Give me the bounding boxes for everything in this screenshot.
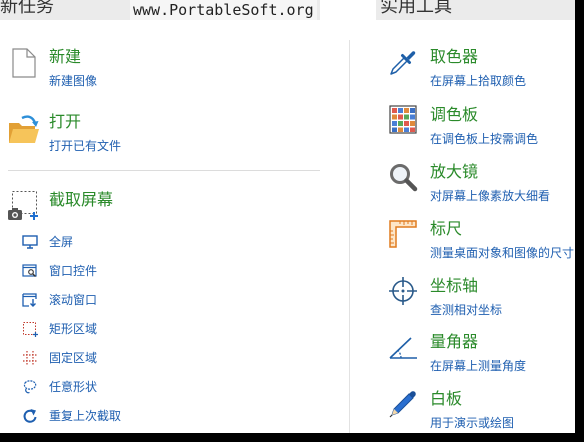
repeat-last-capture-label: 重复上次截取	[49, 409, 122, 423]
capture-window-control-option[interactable]: 窗口控件	[20, 261, 180, 281]
ruler-icon	[389, 220, 417, 248]
repeat-icon	[23, 409, 37, 423]
open-file-title: 打开	[49, 112, 82, 131]
capture-freehand-option[interactable]: 任意形状	[20, 377, 180, 397]
capture-fullscreen-option[interactable]: 全屏	[20, 232, 180, 252]
new-image-subtitle: 新建图像	[49, 74, 98, 88]
tools-header: 实用工具	[376, 0, 575, 20]
freehand-region-icon	[23, 380, 37, 394]
ruler-subtitle: 测量桌面对象和图像的尺寸	[430, 246, 575, 260]
color-palette-title: 调色板	[430, 105, 479, 124]
capture-screen-item[interactable]: 截取屏幕	[8, 189, 308, 220]
capture-fixed-region-label: 固定区域	[49, 351, 98, 365]
window-control-icon	[22, 264, 37, 277]
color-palette-subtitle: 在调色板上按需调色	[430, 132, 539, 146]
watermark-text: www.PortableSoft.org	[130, 0, 317, 20]
new-document-icon	[12, 48, 36, 78]
protractor-tool[interactable]: 量角器 在屏幕上测量角度	[385, 331, 575, 377]
capture-freehand-label: 任意形状	[49, 380, 98, 394]
protractor-subtitle: 在屏幕上测量角度	[430, 359, 527, 373]
capture-rectangle-label: 矩形区域	[49, 322, 98, 336]
crosshair-title: 坐标轴	[430, 276, 479, 295]
color-picker-title: 取色器	[430, 47, 479, 66]
whiteboard-title: 白板	[430, 389, 463, 408]
capture-fullscreen-label: 全屏	[49, 235, 74, 249]
new-task-heading: 新任务	[0, 0, 54, 17]
new-image-item[interactable]: 新建 新建图像	[8, 46, 308, 92]
color-picker-subtitle: 在屏幕上拾取颜色	[430, 74, 527, 88]
crosshair-subtitle: 查测相对坐标	[430, 303, 503, 317]
color-palette-tool[interactable]: 调色板 在调色板上按需调色	[385, 104, 575, 150]
whiteboard-tool[interactable]: 白板 用于演示或绘图	[385, 388, 575, 433]
magnifier-icon	[390, 164, 418, 192]
pen-icon	[389, 391, 416, 418]
magnifier-subtitle: 对屏幕上像素放大细看	[430, 189, 551, 203]
capture-window-control-label: 窗口控件	[49, 264, 98, 278]
column-divider	[349, 40, 350, 433]
protractor-icon	[389, 337, 417, 359]
palette-icon	[389, 105, 417, 134]
magnifier-title: 放大镜	[430, 162, 479, 181]
capture-screen-title: 截取屏幕	[49, 190, 114, 209]
crosshair-icon	[389, 277, 417, 305]
monitor-icon	[22, 235, 38, 249]
open-file-item[interactable]: 打开 打开已有文件	[8, 111, 308, 157]
new-task-header: 新任务 www.PortableSoft.org	[0, 0, 320, 20]
color-picker-tool[interactable]: 取色器 在屏幕上拾取颜色	[385, 46, 575, 92]
screen-capture-icon	[8, 191, 38, 220]
capture-rectangle-option[interactable]: 矩形区域	[20, 319, 180, 339]
section-divider	[8, 170, 320, 171]
fixed-region-icon	[23, 351, 37, 365]
open-folder-icon	[9, 115, 39, 143]
rectangle-region-icon	[23, 322, 38, 337]
ruler-title: 标尺	[430, 219, 463, 238]
capture-scroll-window-label: 滚动窗口	[49, 293, 98, 307]
crosshair-tool[interactable]: 坐标轴 查测相对坐标	[385, 275, 575, 321]
scroll-window-icon	[22, 293, 37, 307]
capture-fixed-region-option[interactable]: 固定区域	[20, 348, 180, 368]
repeat-last-capture-option[interactable]: 重复上次截取	[20, 406, 180, 426]
magnifier-tool[interactable]: 放大镜 对屏幕上像素放大细看	[385, 161, 575, 207]
tools-heading: 实用工具	[380, 0, 452, 17]
new-image-title: 新建	[49, 47, 82, 66]
capture-scroll-window-option[interactable]: 滚动窗口	[20, 290, 180, 310]
start-page-panel: 新任务 www.PortableSoft.org 实用工具 新建 新建图像 打开…	[0, 0, 575, 433]
eyedropper-icon	[390, 51, 416, 75]
whiteboard-subtitle: 用于演示或绘图	[430, 416, 515, 430]
open-file-subtitle: 打开已有文件	[49, 139, 122, 153]
ruler-tool[interactable]: 标尺 测量桌面对象和图像的尺寸	[385, 218, 575, 264]
protractor-title: 量角器	[430, 332, 479, 351]
